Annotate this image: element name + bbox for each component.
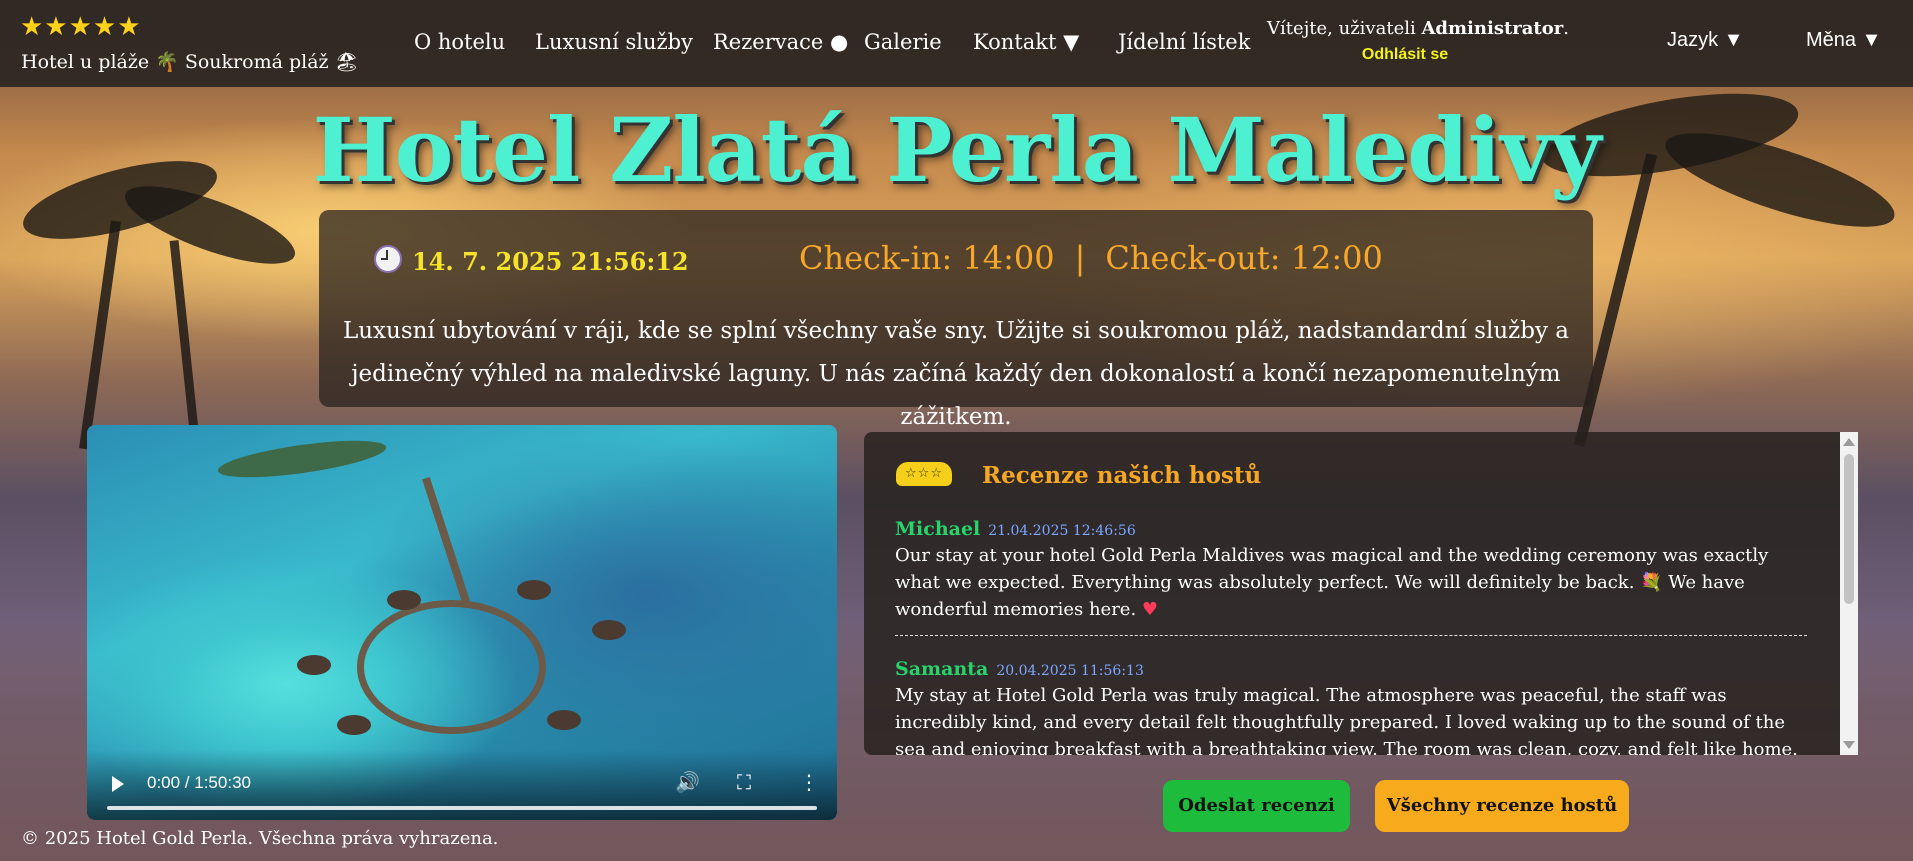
water-villa (387, 590, 421, 610)
reviews-panel[interactable]: ☆☆☆ Recenze našich hostů Michael 21.04.20… (864, 432, 1858, 755)
hotel-tagline: Hotel u pláže 🌴 Soukromá pláž 🏖 (21, 51, 359, 73)
jetty-image (422, 476, 470, 604)
review-author: Michael (895, 518, 981, 540)
heart-icon: ♥ (1141, 599, 1159, 620)
username: Administrator (1421, 18, 1564, 39)
review-date: 21.04.2025 12:46:56 (988, 523, 1136, 539)
video-controls: 0:00 / 1:50:30 🔊 ⛶ ⋮ (87, 750, 837, 820)
info-panel: 14. 7. 2025 21:56:12 Check-in: 14:00 | Che… (319, 210, 1593, 430)
review-divider (895, 635, 1807, 636)
hotel-description: Luxusní ubytování v ráji, kde se splní v… (342, 318, 1570, 430)
island-image (215, 433, 389, 485)
checkin-time: Check-in: 14:00 (799, 239, 1055, 277)
nav-item-contact-dropdown[interactable]: Kontakt ▼ (973, 30, 1079, 54)
reviews-scrollbar[interactable] (1840, 432, 1858, 755)
review-body: Our stay at your hotel Gold Perla Maldiv… (895, 545, 1769, 620)
nav-item-menu[interactable]: Jídelní lístek (1118, 30, 1250, 54)
welcome-suffix: . (1563, 18, 1569, 39)
water-villa (517, 580, 551, 600)
review-text: My stay at Hotel Gold Perla was truly ma… (895, 685, 1798, 755)
checkout-time: Check-out: 12:00 (1105, 239, 1383, 277)
review-author: Samanta (895, 658, 989, 680)
review-date: 20.04.2025 11:56:13 (996, 663, 1144, 679)
scrollbar-thumb[interactable] (1844, 454, 1854, 604)
palm-trunk (169, 240, 200, 440)
nav-item-gallery[interactable]: Galerie (864, 30, 942, 54)
welcome-prefix: Vítejte, uživateli (1267, 18, 1422, 39)
hotel-rating-stars: ★★★★★ (20, 12, 142, 42)
language-dropdown[interactable]: Jazyk ▼ (1667, 29, 1743, 52)
video-progress-bar[interactable] (107, 806, 817, 810)
play-icon[interactable] (112, 776, 124, 792)
submit-review-button[interactable]: Odeslat recenzi (1163, 780, 1350, 832)
hotel-title: Hotel Zlatá Perla Maledivy (312, 98, 1602, 202)
video-time: 0:00 / 1:50:30 (147, 773, 251, 792)
scroll-down-arrow[interactable] (1843, 741, 1855, 749)
more-options-icon[interactable]: ⋮ (799, 770, 819, 794)
time-separator: | (1074, 239, 1086, 277)
fullscreen-icon[interactable]: ⛶ (737, 770, 751, 794)
hotel-video-player[interactable]: 0:00 / 1:50:30 🔊 ⛶ ⋮ (87, 425, 837, 820)
water-villa (297, 655, 331, 675)
water-villa (547, 710, 581, 730)
all-reviews-button[interactable]: Všechny recenze hostů (1375, 780, 1629, 832)
copyright-footer: © 2025 Hotel Gold Perla. Všechna práva v… (21, 828, 499, 849)
checkin-checkout: Check-in: 14:00 | Check-out: 12:00 (799, 239, 1383, 277)
volume-icon[interactable]: 🔊 (675, 770, 700, 794)
nav-item-about[interactable]: O hotelu (414, 30, 505, 54)
current-datetime: 14. 7. 2025 21:56:12 (374, 245, 689, 276)
logout-link[interactable]: Odhlásit se (1238, 46, 1572, 64)
water-villa (337, 715, 371, 735)
rating-stars-icon: ☆☆☆ (896, 462, 952, 486)
nav-item-reservation[interactable]: Rezervace ● (713, 30, 848, 54)
clock-icon (374, 245, 402, 273)
review-item: Samanta 20.04.2025 11:56:13 My stay at Ho… (895, 658, 1805, 755)
jetty-ring-image (357, 600, 546, 734)
top-navigation-bar: ★★★★★ Hotel u pláže 🌴 Soukromá pláž 🏖 O … (0, 0, 1913, 87)
review-item: Michael 21.04.2025 12:46:56 Our stay at y… (895, 518, 1805, 623)
nav-item-services[interactable]: Luxusní služby (535, 30, 693, 54)
welcome-message: Vítejte, uživateli Administrator. (1238, 18, 1598, 39)
reviews-title: Recenze našich hostů (982, 462, 1262, 489)
water-villa (592, 620, 626, 640)
scroll-up-arrow[interactable] (1843, 438, 1855, 446)
review-text: Our stay at your hotel Gold Perla Maldiv… (895, 542, 1805, 623)
currency-dropdown[interactable]: Měna ▼ (1806, 29, 1881, 52)
palm-trunk (79, 220, 121, 450)
datetime-text: 14. 7. 2025 21:56:12 (412, 247, 689, 276)
